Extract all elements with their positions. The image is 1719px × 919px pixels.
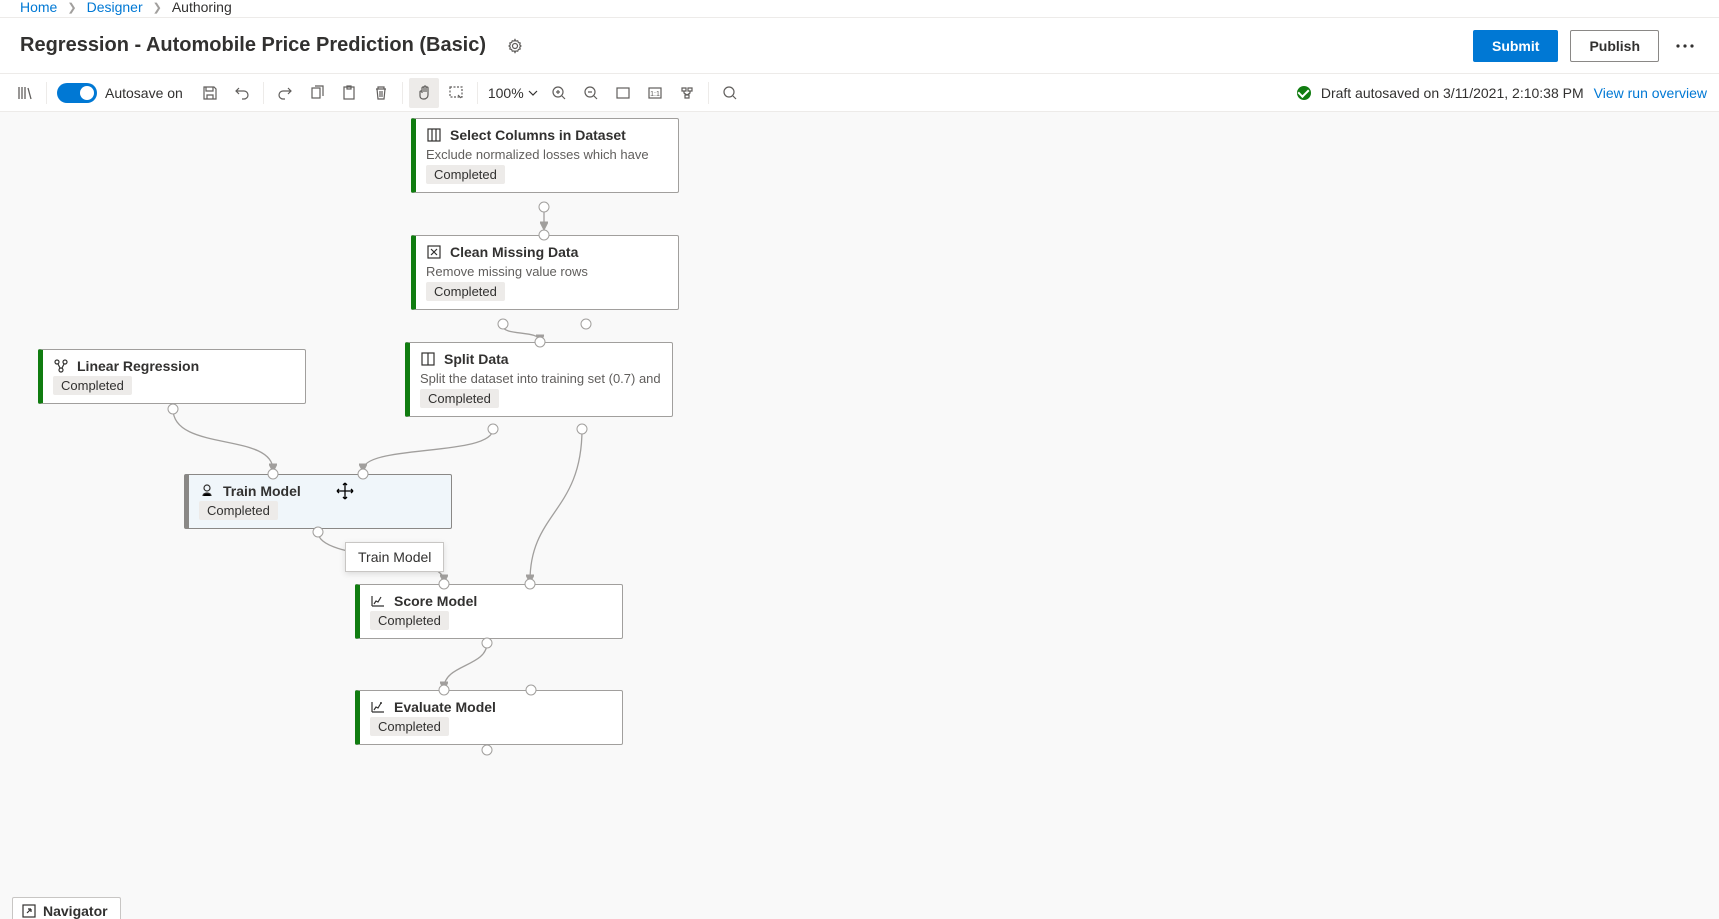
port[interactable] — [439, 579, 450, 590]
port[interactable] — [577, 424, 588, 435]
node-desc: Remove missing value rows — [416, 262, 678, 282]
undo-icon[interactable] — [227, 78, 257, 108]
node-status: Completed — [53, 376, 132, 395]
chevron-right-icon: ❯ — [153, 1, 162, 14]
node-status: Completed — [370, 717, 449, 736]
library-icon[interactable] — [10, 78, 40, 108]
port[interactable] — [439, 685, 450, 696]
node-status: Completed — [426, 165, 505, 184]
fit-screen-icon[interactable] — [608, 78, 638, 108]
node-desc: Split the dataset into training set (0.7… — [410, 369, 672, 389]
score-icon — [370, 593, 386, 609]
pan-icon[interactable] — [409, 78, 439, 108]
view-run-overview-link[interactable]: View run overview — [1594, 85, 1707, 101]
port[interactable] — [268, 469, 279, 480]
separator — [263, 82, 264, 104]
zoom-in-icon[interactable] — [544, 78, 574, 108]
autosave-label: Autosave on — [105, 85, 183, 101]
chevron-down-icon — [528, 90, 538, 96]
node-desc: Exclude normalized losses which have man… — [416, 145, 678, 165]
port[interactable] — [525, 579, 536, 590]
breadcrumb: Home ❯ Designer ❯ Authoring — [0, 0, 1719, 18]
separator — [402, 82, 403, 104]
success-icon — [1297, 86, 1311, 100]
zoom-value[interactable]: 100% — [484, 85, 542, 101]
port[interactable] — [581, 319, 592, 330]
node-train-model[interactable]: Train Model Completed — [184, 474, 452, 529]
node-title: Select Columns in Dataset — [450, 127, 626, 143]
clean-icon — [426, 244, 442, 260]
gear-icon[interactable] — [500, 31, 530, 61]
train-icon — [199, 483, 215, 499]
save-icon[interactable] — [195, 78, 225, 108]
zoom-out-icon[interactable] — [576, 78, 606, 108]
title-row: Regression - Automobile Price Prediction… — [0, 18, 1719, 74]
pipeline-canvas[interactable]: Select Columns in Dataset Exclude normal… — [0, 112, 1719, 919]
toolbar: Autosave on 100% — [0, 74, 1719, 112]
node-title: Split Data — [444, 351, 509, 367]
port[interactable] — [482, 638, 493, 649]
tooltip: Train Model — [345, 542, 444, 572]
node-select-columns[interactable]: Select Columns in Dataset Exclude normal… — [411, 118, 679, 193]
svg-text:1:1: 1:1 — [650, 91, 660, 98]
paste-icon[interactable] — [334, 78, 364, 108]
node-title: Train Model — [223, 483, 301, 499]
node-title: Evaluate Model — [394, 699, 496, 715]
breadcrumb-home[interactable]: Home — [20, 0, 57, 15]
port[interactable] — [498, 319, 509, 330]
port[interactable] — [313, 527, 324, 538]
redo-icon[interactable] — [270, 78, 300, 108]
copy-icon[interactable] — [302, 78, 332, 108]
actual-size-icon[interactable]: 1:1 — [640, 78, 670, 108]
delete-icon[interactable] — [366, 78, 396, 108]
node-title: Score Model — [394, 593, 477, 609]
chevron-right-icon: ❯ — [67, 1, 76, 14]
autosave-toggle[interactable] — [57, 83, 97, 103]
separator — [708, 82, 709, 104]
auto-layout-icon[interactable] — [672, 78, 702, 108]
publish-button[interactable]: Publish — [1570, 30, 1659, 62]
port[interactable] — [526, 685, 537, 696]
search-icon[interactable] — [715, 78, 745, 108]
port[interactable] — [358, 469, 369, 480]
port[interactable] — [168, 404, 179, 415]
separator — [46, 82, 47, 104]
navigator-label: Navigator — [43, 903, 108, 919]
node-title: Clean Missing Data — [450, 244, 578, 260]
node-status: Completed — [420, 389, 499, 408]
autosave-status-text: Draft autosaved on 3/11/2021, 2:10:38 PM — [1321, 85, 1584, 101]
node-title: Linear Regression — [77, 358, 199, 374]
breadcrumb-current: Authoring — [172, 0, 232, 15]
node-clean-missing[interactable]: Clean Missing Data Remove missing value … — [411, 235, 679, 310]
evaluate-icon — [370, 699, 386, 715]
port[interactable] — [539, 202, 550, 213]
more-icon[interactable] — [1671, 30, 1699, 62]
node-status: Completed — [370, 611, 449, 630]
port[interactable] — [535, 337, 546, 348]
split-icon — [420, 351, 436, 367]
port[interactable] — [539, 230, 550, 241]
breadcrumb-designer[interactable]: Designer — [87, 0, 143, 15]
page-title: Regression - Automobile Price Prediction… — [20, 34, 486, 57]
node-status: Completed — [426, 282, 505, 301]
model-icon — [53, 358, 69, 374]
node-status: Completed — [199, 501, 278, 520]
node-linear-regression[interactable]: Linear Regression Completed — [38, 349, 306, 404]
node-evaluate-model[interactable]: Evaluate Model Completed — [355, 690, 623, 745]
port[interactable] — [482, 745, 493, 756]
separator — [477, 82, 478, 104]
navigator-toggle[interactable]: Navigator — [12, 897, 121, 919]
node-score-model[interactable]: Score Model Completed — [355, 584, 623, 639]
select-icon[interactable] — [441, 78, 471, 108]
node-split-data[interactable]: Split Data Split the dataset into traini… — [405, 342, 673, 417]
columns-icon — [426, 127, 442, 143]
submit-button[interactable]: Submit — [1473, 30, 1558, 62]
zoom-text: 100% — [488, 85, 524, 101]
port[interactable] — [488, 424, 499, 435]
expand-icon — [21, 903, 37, 919]
